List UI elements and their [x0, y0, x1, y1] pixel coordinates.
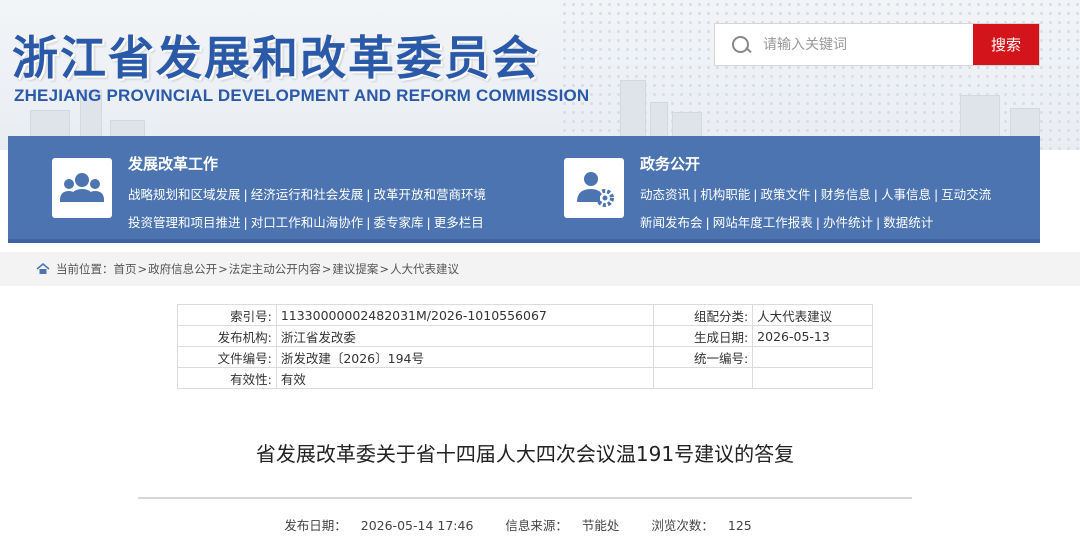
nav-link[interactable]: 网站年度工作报表: [713, 215, 813, 230]
nav-heading-development[interactable]: 发展改革工作: [128, 153, 218, 174]
breadcrumb-item[interactable]: 政府信息公开: [148, 261, 217, 277]
info-source: 信息来源： 节能处: [505, 518, 620, 533]
search-input[interactable]: [763, 24, 973, 65]
main-nav: 发展改革工作 战略规划和区域发展 | 经济运行和社会发展 | 改革开放和营商环境 投资管…: [8, 136, 1040, 243]
site-header: 浙江省发展和改革委员会 ZHEJIANG PROVINCIAL DEVELOPM…: [0, 0, 1080, 150]
nav-link[interactable]: 机构职能: [700, 187, 750, 202]
info-value: 2026-05-13: [752, 325, 873, 347]
nav-link[interactable]: 经济运行和社会发展: [251, 187, 364, 202]
nav-link[interactable]: 数据统计: [883, 215, 933, 230]
search-button[interactable]: 搜索: [973, 24, 1039, 65]
info-value: 人大代表建议: [752, 304, 873, 326]
article-meta: 发布日期： 2026-05-14 17:46 信息来源： 节能处 浏览次数： 125: [0, 515, 1036, 534]
nav-link-more[interactable]: 更多栏目: [434, 215, 484, 230]
breadcrumb-item[interactable]: 首页: [114, 261, 137, 277]
nav-group-government: 政务公开 动态资讯 | 机构职能 | 政策文件 | 财务信息 | 人事信息 | 互动交流 新闻发布会…: [520, 136, 1040, 243]
info-key: 组配分类:: [653, 304, 754, 326]
nav-link[interactable]: 办件统计: [823, 215, 873, 230]
nav-group-development: 发展改革工作 战略规划和区域发展 | 经济运行和社会发展 | 改革开放和营商环境 投资管…: [8, 136, 520, 243]
info-key: 发布机构:: [177, 325, 277, 347]
info-value: 11330000002482031M/2026-1010556067: [275, 304, 655, 326]
site-subtitle: ZHEJIANG PROVINCIAL DEVELOPMENT AND REFO…: [14, 86, 590, 105]
nav-link[interactable]: 委专家库: [373, 215, 423, 230]
document-info-table: 索引号: 11330000002482031M/2026-1010556067 …: [177, 304, 873, 389]
nav-heading-government[interactable]: 政务公开: [640, 153, 700, 174]
nav-link[interactable]: 投资管理和项目推进: [128, 215, 241, 230]
home-icon: [36, 263, 50, 274]
nav-link[interactable]: 政策文件: [760, 187, 810, 202]
nav-link[interactable]: 财务信息: [821, 187, 871, 202]
nav-link[interactable]: 人事信息: [881, 187, 931, 202]
table-row: 发布机构: 浙江省发改委 生成日期: 2026-05-13: [177, 325, 873, 347]
nav-links-development: 战略规划和区域发展 | 经济运行和社会发展 | 改革开放和营商环境 投资管理和项目推进 |…: [128, 187, 486, 230]
breadcrumb: 当前位置： 首页 > 政府信息公开 > 法定主动公开内容 > 建议提案 > 人大代表建议: [0, 252, 1080, 286]
breadcrumb-item-current[interactable]: 人大代表建议: [390, 261, 459, 277]
info-value: 浙发改建〔2026〕194号: [275, 346, 655, 368]
nav-link[interactable]: 互动交流: [941, 187, 991, 202]
info-key: [653, 367, 754, 389]
nav-link[interactable]: 动态资讯: [640, 187, 690, 202]
table-row: 文件编号: 浙发改建〔2026〕194号 统一编号:: [177, 346, 873, 368]
nav-link[interactable]: 改革开放和营商环境: [373, 187, 486, 202]
publish-date: 发布日期： 2026-05-14 17:46: [284, 518, 474, 533]
table-row: 有效性: 有效: [177, 367, 873, 389]
info-key: 文件编号:: [177, 346, 277, 368]
nav-links-government: 动态资讯 | 机构职能 | 政策文件 | 财务信息 | 人事信息 | 互动交流 新闻发布会 | 网站年度…: [640, 187, 992, 230]
search-icon: [715, 24, 763, 65]
nav-link[interactable]: 对口工作和山海协作: [251, 215, 364, 230]
info-value: [752, 367, 873, 389]
info-value: 浙江省发改委: [275, 325, 655, 347]
info-key: 统一编号:: [653, 346, 754, 368]
breadcrumb-item[interactable]: 建议提案: [332, 261, 378, 277]
breadcrumb-label: 当前位置：: [56, 262, 114, 276]
search-box: 搜索: [714, 23, 1040, 66]
info-key: 生成日期:: [653, 325, 754, 347]
info-value: [752, 346, 873, 368]
nav-link[interactable]: 战略规划和区域发展: [128, 187, 241, 202]
divider: [138, 497, 912, 499]
user-gear-icon: [564, 158, 624, 218]
article-title: 省发展改革委关于省十四届人大四次会议温191号建议的答复: [255, 442, 795, 466]
table-row: 索引号: 11330000002482031M/2026-1010556067 …: [177, 304, 873, 326]
people-group-icon: [52, 158, 112, 218]
nav-link[interactable]: 新闻发布会: [640, 215, 703, 230]
info-key: 有效性:: [177, 367, 277, 389]
view-count: 浏览次数： 125: [651, 518, 752, 533]
breadcrumb-item[interactable]: 法定主动公开内容: [229, 261, 321, 277]
site-title: 浙江省发展和改革委员会: [12, 31, 540, 85]
info-key: 索引号:: [177, 304, 277, 326]
info-value: 有效: [275, 367, 655, 389]
